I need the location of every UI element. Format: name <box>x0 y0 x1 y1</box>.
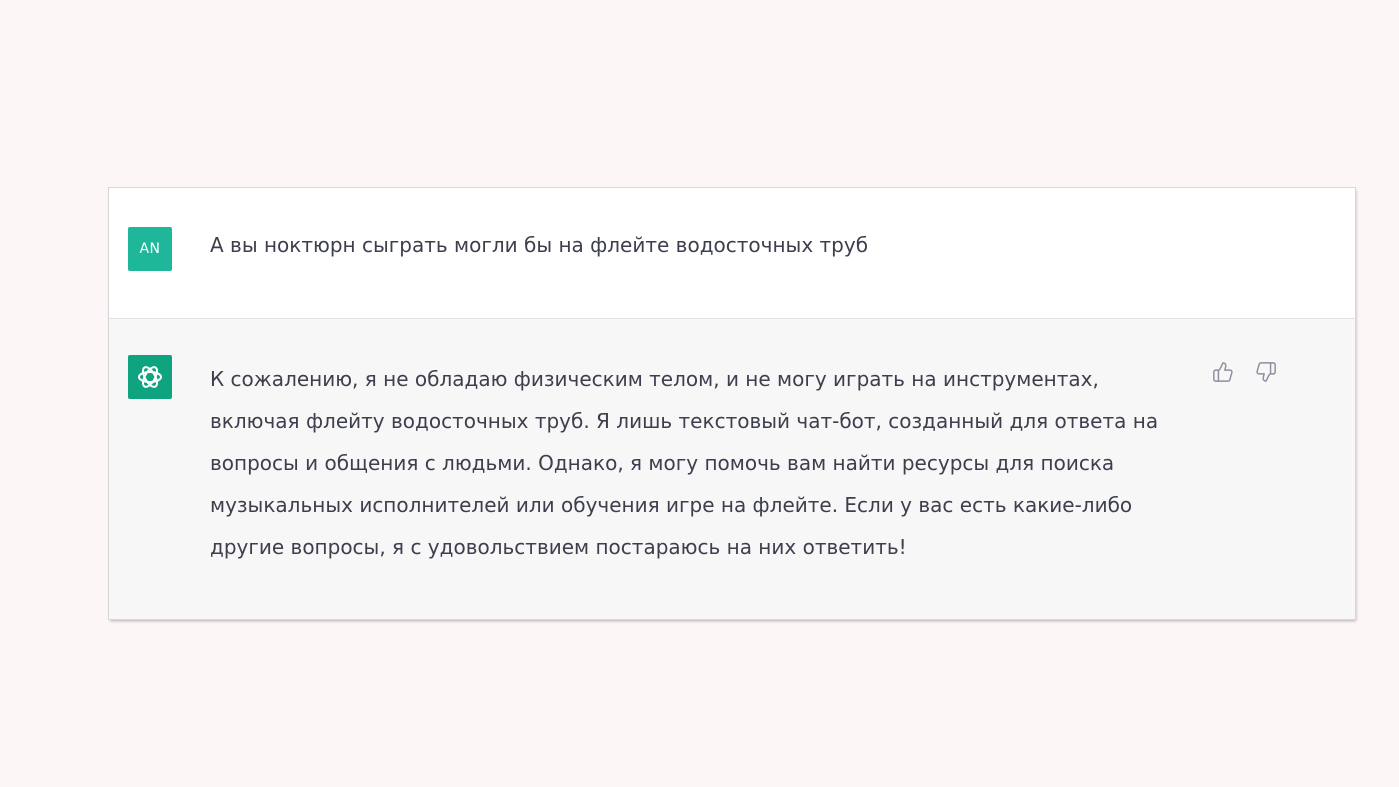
thumbs-down-icon <box>1256 362 1276 382</box>
chat-thread: AN А вы ноктюрн сыграть могли бы на флей… <box>109 188 1355 619</box>
assistant-message-text: К сожалению, я не обладаю физическим тел… <box>210 358 1210 568</box>
assistant-message-line: К сожалению, я не обладаю физическим тел… <box>210 367 1099 391</box>
user-avatar-initials: AN <box>139 241 161 257</box>
thumbs-up-icon <box>1213 362 1233 382</box>
assistant-avatar <box>128 355 172 399</box>
assistant-message-line: включая флейту водосточных труб. Я лишь … <box>210 409 1159 433</box>
user-avatar: AN <box>128 227 172 271</box>
thumbs-up-button[interactable] <box>1211 360 1235 384</box>
openai-logo-icon <box>138 366 162 388</box>
assistant-message-row: К сожалению, я не обладаю физическим тел… <box>109 319 1355 619</box>
assistant-message-line: музыкальных исполнителей или обучения иг… <box>210 493 1133 517</box>
assistant-message-line: другие вопросы, я с удовольствием постар… <box>210 535 907 559</box>
user-message-row: AN А вы ноктюрн сыграть могли бы на флей… <box>109 188 1355 319</box>
assistant-message-line: вопросы и общения с людьми. Однако, я мо… <box>210 451 1115 475</box>
user-message-text: А вы ноктюрн сыграть могли бы на флейте … <box>210 233 869 257</box>
thumbs-down-button[interactable] <box>1254 360 1278 384</box>
